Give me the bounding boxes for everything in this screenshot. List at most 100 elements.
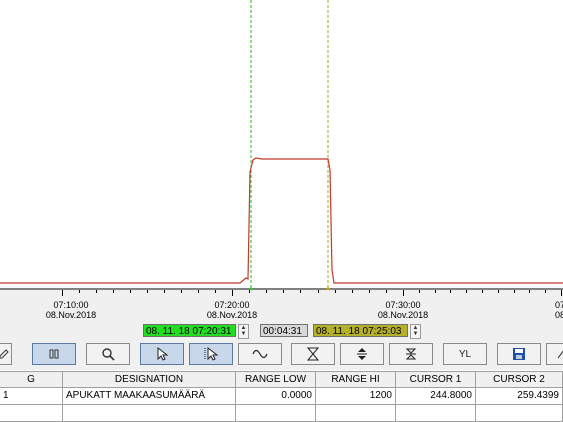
hourglass-button[interactable] — [291, 343, 335, 365]
minor-tick — [466, 290, 467, 293]
export-icon — [557, 350, 563, 359]
minor-tick — [300, 290, 301, 293]
cursor-1-spinner[interactable]: ▲ ▼ — [238, 324, 249, 339]
minor-tick — [352, 290, 353, 293]
cell-empty — [0, 405, 63, 422]
minor-tick — [249, 290, 250, 293]
header-range-low[interactable]: RANGE LOW — [236, 371, 316, 388]
vertical-expand-button[interactable] — [340, 343, 384, 365]
cell-g: 1 — [0, 388, 63, 405]
minor-tick — [435, 290, 436, 293]
trend-plot-area[interactable] — [0, 0, 563, 294]
cursor-multi-button[interactable] — [189, 343, 233, 365]
cursor-readout-bar: 08. 11. 18 07:20:31 ▲ ▼ 00:04:31 08. 11. … — [0, 320, 563, 340]
minor-tick — [164, 290, 165, 293]
edit-icon — [0, 349, 9, 359]
minor-tick — [198, 290, 199, 293]
time-label-2-date: 08.Nov.2018 — [206, 310, 258, 320]
cell-range-hi: 1200 — [316, 388, 396, 405]
zoom-button[interactable] — [86, 343, 130, 365]
time-label-2: 07:20:00 08.Nov.2018 — [197, 300, 267, 320]
sine-wave-icon — [252, 349, 268, 359]
major-tick — [403, 290, 404, 296]
minor-tick — [318, 290, 319, 293]
y-limits-button[interactable]: YL — [443, 343, 487, 365]
major-tick — [561, 290, 562, 296]
header-designation[interactable]: DESIGNATION — [63, 371, 236, 388]
minor-tick — [419, 290, 420, 293]
cell-empty — [316, 405, 396, 422]
minor-tick — [482, 290, 483, 293]
hourglass-icon — [307, 347, 319, 361]
minor-tick — [96, 290, 97, 293]
cursor-2-spinner[interactable]: ▲ ▼ — [410, 324, 421, 339]
minor-tick — [79, 290, 80, 293]
minor-tick — [266, 290, 267, 293]
time-axis: 07:10:00 08.Nov.2018 07:20:00 08.Nov.201… — [0, 290, 563, 320]
minor-tick — [113, 290, 114, 293]
vertical-expand-icon — [357, 348, 367, 360]
header-cursor-1[interactable]: CURSOR 1 — [396, 371, 476, 388]
time-label-3-date: 08.Nov.2018 — [377, 310, 429, 320]
time-label-1-date: 08.Nov.2018 — [45, 310, 97, 320]
cell-empty — [396, 405, 476, 422]
time-label-3: 07:30:00 08.Nov.2018 — [368, 300, 438, 320]
minor-tick — [545, 290, 546, 293]
minor-tick — [181, 290, 182, 293]
cell-designation: APUKATT MAAKAASUMÄÄRÄ — [63, 388, 236, 405]
minor-tick — [335, 290, 336, 293]
edit-button[interactable] — [0, 343, 12, 365]
major-tick — [232, 290, 233, 296]
minor-tick — [450, 290, 451, 293]
time-label-1: 07:10:00 08.Nov.2018 — [36, 300, 106, 320]
time-label-4-date: 08. — [555, 310, 563, 320]
table-row-empty[interactable] — [0, 405, 563, 422]
time-label-3-time: 07:30:00 — [385, 300, 421, 310]
time-label-4: 07: 08. — [555, 300, 563, 320]
cursor-delta-field: 00:04:31 — [260, 324, 308, 337]
cursor-select-button[interactable] — [140, 343, 184, 365]
save-button[interactable] — [497, 343, 541, 365]
cell-cursor-1: 244.8000 — [396, 388, 476, 405]
cursor-1-time-field[interactable]: 08. 11. 18 07:20:31 — [143, 324, 236, 337]
minor-tick — [283, 290, 284, 293]
save-icon — [513, 348, 525, 360]
major-tick — [62, 290, 63, 296]
header-range-hi[interactable]: RANGE HI — [316, 371, 396, 388]
zoom-icon — [102, 348, 115, 361]
minor-tick — [215, 290, 216, 293]
cursor-2-time-field[interactable]: 08. 11. 18 07:25:03 — [313, 324, 408, 337]
header-g[interactable]: G — [0, 371, 63, 388]
minor-tick — [130, 290, 131, 293]
time-label-1-time: 07:10:00 — [53, 300, 89, 310]
trend-toolbar: YL — [0, 340, 563, 370]
minor-tick — [529, 290, 530, 293]
signal-table: G DESIGNATION RANGE LOW RANGE HI CURSOR … — [0, 371, 563, 422]
export-button[interactable] — [546, 343, 563, 365]
minor-tick — [147, 290, 148, 293]
trend-plot-svg — [0, 0, 563, 294]
table-row[interactable]: 1 APUKATT MAAKAASUMÄÄRÄ 0.0000 1200 244.… — [0, 388, 563, 405]
pause-button[interactable] — [32, 343, 76, 365]
cell-empty — [236, 405, 316, 422]
header-cursor-2[interactable]: CURSOR 2 — [476, 371, 563, 388]
compress-button[interactable] — [389, 343, 433, 365]
time-label-2-time: 07:20:00 — [214, 300, 250, 310]
minor-tick — [369, 290, 370, 293]
cell-empty — [476, 405, 563, 422]
trend-trace — [0, 157, 563, 284]
cursor-multi-icon — [204, 347, 219, 361]
pause-icon — [49, 349, 59, 359]
cell-range-low: 0.0000 — [236, 388, 316, 405]
minor-tick — [498, 290, 499, 293]
cursor-select-icon — [157, 347, 169, 361]
cell-empty — [63, 405, 236, 422]
time-label-4-time: 07: — [555, 300, 563, 310]
y-limits-label: YL — [458, 348, 472, 360]
cell-cursor-2: 259.4399 — [476, 388, 563, 405]
minor-tick — [514, 290, 515, 293]
compress-icon — [405, 348, 417, 360]
minor-tick — [386, 290, 387, 293]
sine-wave-button[interactable] — [238, 343, 282, 365]
table-header-row: G DESIGNATION RANGE LOW RANGE HI CURSOR … — [0, 371, 563, 388]
